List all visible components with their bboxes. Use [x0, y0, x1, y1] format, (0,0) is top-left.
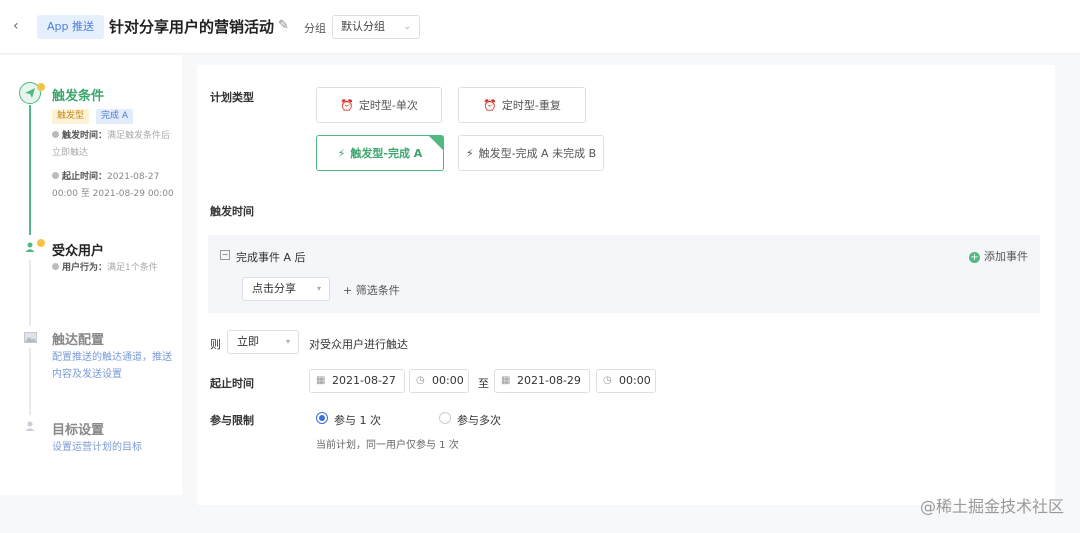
range-value: 2021-08-27	[107, 172, 160, 182]
plan-type-label: 计划类型	[210, 91, 254, 104]
bullet-icon	[52, 263, 59, 270]
radio-label: 参与多次	[457, 414, 501, 427]
selected-corner-mark	[429, 136, 443, 150]
step-title: 触达配置	[52, 333, 105, 348]
pencil-icon[interactable]: ✎	[278, 18, 289, 33]
bullet-icon	[52, 172, 59, 179]
then-label: 则	[210, 338, 221, 351]
trigger-time-value-2: 立即触达	[52, 148, 89, 158]
chevron-down-icon: ▾	[285, 337, 290, 346]
limit-label: 参与限制	[210, 414, 254, 427]
plan-type-label: 定时型-单次	[358, 99, 418, 112]
end-time-input[interactable]: ◷ 00:00	[596, 369, 656, 393]
status-dot	[37, 83, 45, 91]
plan-type-card[interactable]: ⚡ 触发型-完成 A 未完成 B	[458, 135, 604, 171]
event-select[interactable]: 点击分享 ▾	[242, 277, 330, 301]
timing-select-value: 立即	[237, 335, 259, 348]
collapse-toggle-icon[interactable]: −	[220, 250, 230, 260]
step-title: 触发条件	[52, 89, 105, 104]
plan-type-label: 定时型-重复	[501, 99, 561, 112]
lightning-icon: ⚡	[337, 146, 346, 160]
top-bar: ‹ App 推送 针对分享用户的营销活动 ✎ 分组 默认分组 ⌄	[0, 0, 1080, 54]
plan-type-label: 触发型-完成 A	[350, 147, 423, 160]
plan-type-card-selected[interactable]: ⚡ 触发型-完成 A	[316, 135, 444, 171]
event-badge: 完成 A	[96, 109, 134, 124]
behavior-value: 满足1个条件	[107, 263, 158, 273]
group-select-value: 默认分组	[341, 20, 385, 33]
start-date-value: 2021-08-27	[332, 374, 396, 387]
timing-select[interactable]: 立即 ▾	[227, 330, 299, 354]
event-select-value: 点击分享	[252, 282, 296, 295]
app-push-tag: App 推送	[37, 15, 104, 39]
alarm-clock-icon: ⏰	[340, 98, 354, 112]
group-select[interactable]: 默认分组 ⌄	[332, 15, 420, 39]
alarm-clock-icon: ⏰	[483, 98, 497, 112]
add-event-button[interactable]: + 添加事件	[969, 248, 1028, 264]
bullet-icon	[52, 131, 59, 138]
page-title: 针对分享用户的营销活动	[109, 18, 275, 36]
chevron-left-icon[interactable]: ‹	[13, 18, 19, 34]
step-title: 受众用户	[52, 244, 105, 259]
step-desc: 设置运营计划的目标	[52, 442, 142, 453]
step-desc: 配置推送的触达通道，推送内容及发送设置	[52, 352, 172, 380]
clock-icon: ◷	[416, 375, 425, 386]
start-time-input[interactable]: ◷ 00:00	[409, 369, 469, 393]
behavior-label: 用户行为：	[62, 263, 108, 273]
radio-label: 参与 1 次	[334, 414, 381, 427]
trigger-time-value: 满足触发条件后	[107, 131, 171, 141]
image-icon	[19, 326, 41, 348]
start-time-value: 00:00	[432, 374, 464, 387]
end-time-value: 00:00	[619, 374, 651, 387]
trigger-type-badge: 触发型	[52, 109, 90, 124]
plus-circle-icon: +	[969, 252, 980, 263]
plan-type-label: 触发型-完成 A 未完成 B	[478, 147, 597, 160]
main-panel: 计划类型 ⏰ 定时型-单次 ⏰ 定时型-重复 ⚡ 触发型-完成 A ⚡ 触发型-完成 A…	[197, 65, 1055, 505]
lightning-icon: ⚡	[465, 146, 474, 160]
plan-type-card[interactable]: ⏰ 定时型-单次	[316, 87, 442, 123]
end-date-value: 2021-08-29	[517, 374, 581, 387]
event-title: 完成事件 A 后	[236, 251, 306, 264]
add-event-label: 添加事件	[984, 250, 1028, 263]
end-date-input[interactable]: ▦ 2021-08-29	[494, 369, 590, 393]
range-value-2: 00:00 至 2021-08-29 00:00	[52, 189, 174, 199]
status-dot	[37, 239, 45, 247]
add-filter-link[interactable]: + 筛选条件	[343, 282, 400, 298]
steps-sidebar: 触发条件 触发型 完成 A 触发时间：满足触发条件后 立即触达 起止时间：202…	[0, 55, 182, 495]
range-meta: 起止时间：2021-08-27 00:00 至 2021-08-29 00:00	[52, 169, 177, 203]
user-icon	[19, 415, 41, 437]
trigger-time-label: 触发时间	[210, 205, 254, 218]
then-suffix: 对受众用户进行触达	[309, 338, 408, 351]
start-date-input[interactable]: ▦ 2021-08-27	[309, 369, 405, 393]
to-label: 至	[478, 377, 489, 390]
trigger-time-meta: 触发时间：满足触发条件后 立即触达	[52, 128, 177, 162]
clock-icon: ◷	[603, 375, 612, 386]
step-connector-done	[29, 105, 31, 235]
limit-hint: 当前计划，同一用户仅参与 1 次	[316, 440, 459, 451]
trigger-time-label: 触发时间：	[62, 131, 108, 141]
radio-participate-once[interactable]	[316, 412, 328, 424]
watermark: @稀土掘金技术社区	[919, 497, 1064, 516]
chevron-down-icon: ▾	[316, 284, 321, 293]
calendar-icon: ▦	[316, 375, 326, 386]
radio-participate-multiple[interactable]	[439, 412, 451, 424]
calendar-icon: ▦	[501, 375, 511, 386]
behavior-meta: 用户行为：满足1个条件	[52, 260, 177, 277]
step-title: 目标设置	[52, 423, 105, 438]
group-label: 分组	[304, 22, 326, 35]
plan-type-card[interactable]: ⏰ 定时型-重复	[458, 87, 586, 123]
event-condition-box: − 完成事件 A 后 + 添加事件 点击分享 ▾ + 筛选条件	[208, 235, 1040, 313]
range-label: 起止时间：	[62, 172, 108, 182]
range-label: 起止时间	[210, 377, 254, 390]
chevron-down-icon: ⌄	[403, 22, 411, 32]
